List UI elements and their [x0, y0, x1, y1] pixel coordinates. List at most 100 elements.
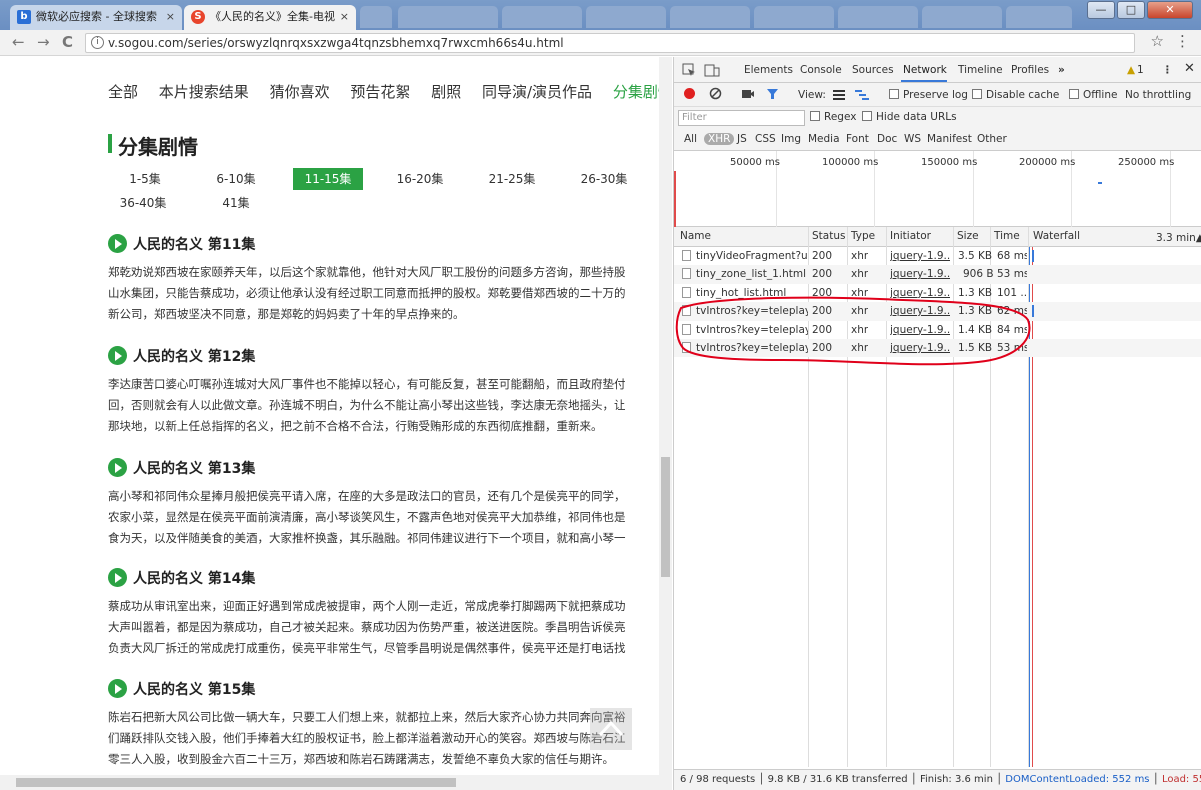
tab-network[interactable]: Network — [903, 64, 947, 76]
episode-range-41[interactable]: 41集 — [201, 192, 271, 214]
more-tabs-icon[interactable]: » — [1058, 64, 1065, 76]
large-rows-icon[interactable] — [833, 89, 845, 100]
play-icon[interactable] — [108, 679, 127, 698]
episode-title[interactable]: 人民的名义 第12集 — [108, 346, 255, 366]
capture-screenshots-icon[interactable] — [741, 88, 755, 100]
clear-icon[interactable] — [709, 87, 722, 100]
episode-title[interactable]: 人民的名义 第13集 — [108, 458, 255, 478]
type-xhr[interactable]: XHR — [704, 133, 735, 145]
column-waterfall[interactable]: Waterfall — [1033, 230, 1080, 242]
episode-range-6-10[interactable]: 6-10集 — [201, 168, 271, 190]
column-time[interactable]: Time — [994, 230, 1020, 242]
inspect-element-icon[interactable] — [682, 63, 696, 77]
episode-title[interactable]: 人民的名义 第11集 — [108, 234, 255, 254]
throttling-select[interactable]: No throttling — [1125, 89, 1191, 101]
background-tab[interactable] — [754, 6, 834, 28]
row-initiator-link[interactable]: jquery-1.9.... — [890, 247, 950, 265]
reload-icon[interactable]: C — [62, 32, 73, 52]
episode-title[interactable]: 人民的名义 第15集 — [108, 679, 255, 699]
new-tab-button[interactable] — [360, 6, 392, 28]
record-icon[interactable] — [684, 88, 695, 99]
tab-console[interactable]: Console — [800, 64, 842, 76]
row-initiator-link[interactable]: jquery-1.9.... — [890, 265, 950, 283]
regex-checkbox[interactable]: Regex — [810, 111, 856, 123]
play-icon[interactable] — [108, 234, 127, 253]
table-row[interactable]: tiny_hot_list.html 200 xhr jquery-1.9...… — [674, 284, 1201, 302]
back-to-top-button[interactable] — [590, 708, 632, 750]
device-toolbar-icon[interactable] — [704, 63, 720, 77]
close-icon[interactable]: × — [340, 5, 349, 29]
nav-item-stills[interactable]: 剧照 — [431, 83, 461, 101]
preserve-log-checkbox[interactable]: Preserve log — [889, 89, 968, 101]
horizontal-scrollbar[interactable] — [0, 775, 659, 790]
close-devtools-icon[interactable]: ✕ — [1184, 61, 1195, 76]
filter-input[interactable]: Filter — [678, 110, 805, 126]
maximize-button[interactable]: □ — [1117, 1, 1145, 19]
devtools-menu-icon[interactable]: ⋮ — [1162, 64, 1173, 76]
bookmark-star-icon[interactable]: ☆ — [1151, 32, 1164, 50]
row-initiator-link[interactable]: jquery-1.9.... — [890, 321, 950, 339]
tab-profiles[interactable]: Profiles — [1011, 64, 1049, 76]
close-window-button[interactable]: ✕ — [1147, 1, 1193, 19]
nav-item-related-works[interactable]: 同导演/演员作品 — [482, 83, 592, 101]
background-tab[interactable] — [922, 6, 1002, 28]
background-tab[interactable] — [398, 6, 498, 28]
background-tab[interactable] — [1006, 6, 1072, 28]
filter-icon[interactable] — [766, 88, 779, 100]
forward-icon[interactable]: → — [37, 32, 50, 52]
overview-icon[interactable] — [855, 89, 869, 100]
episode-range-36-40[interactable]: 36-40集 — [108, 192, 178, 214]
tab-sogou[interactable]: S 《人民的名义》全集-电视 × — [184, 5, 356, 30]
type-font[interactable]: Font — [846, 133, 869, 145]
background-tab[interactable] — [502, 6, 582, 28]
type-doc[interactable]: Doc — [877, 133, 897, 145]
type-manifest[interactable]: Manifest — [927, 133, 972, 145]
minimize-button[interactable]: — — [1087, 1, 1115, 19]
table-row[interactable]: tiny_zone_list_1.html 200 xhr jquery-1.9… — [674, 265, 1201, 284]
column-initiator[interactable]: Initiator — [890, 230, 931, 242]
background-tab[interactable] — [670, 6, 750, 28]
background-tab[interactable] — [838, 6, 918, 28]
close-icon[interactable]: × — [166, 5, 175, 29]
type-all[interactable]: All — [684, 133, 697, 145]
nav-item-recommended[interactable]: 猜你喜欢 — [270, 83, 330, 101]
background-tab[interactable] — [586, 6, 666, 28]
type-ws[interactable]: WS — [904, 133, 921, 145]
episode-title[interactable]: 人民的名义 第14集 — [108, 568, 255, 588]
column-size[interactable]: Size — [957, 230, 979, 242]
nav-item-search-results[interactable]: 本片搜索结果 — [159, 83, 249, 101]
type-media[interactable]: Media — [808, 133, 840, 145]
vertical-scrollbar[interactable] — [659, 57, 672, 790]
episode-range-26-30[interactable]: 26-30集 — [569, 168, 639, 190]
tab-timeline[interactable]: Timeline — [958, 64, 1003, 76]
nav-item-all[interactable]: 全部 — [108, 83, 138, 101]
browser-menu-icon[interactable]: ⋮ — [1175, 32, 1190, 50]
play-icon[interactable] — [108, 458, 127, 477]
row-initiator-link[interactable]: jquery-1.9.... — [890, 302, 950, 320]
table-row[interactable]: tinyVideoFragment?u... 200 xhr jquery-1.… — [674, 247, 1201, 265]
column-type[interactable]: Type — [851, 230, 875, 242]
tab-bing[interactable]: b 微软必应搜索 - 全球搜索 × — [10, 5, 182, 30]
tab-sources[interactable]: Sources — [852, 64, 894, 76]
episode-range-11-15[interactable]: 11-15集 — [293, 168, 363, 190]
warning-count[interactable]: 1 — [1137, 64, 1144, 76]
offline-checkbox[interactable]: Offline — [1069, 89, 1117, 101]
row-initiator-link[interactable]: jquery-1.9.... — [890, 339, 950, 357]
info-icon[interactable]: i — [91, 36, 104, 49]
network-overview[interactable]: 50000 ms 100000 ms 150000 ms 200000 ms 2… — [674, 151, 1201, 227]
tab-elements[interactable]: Elements — [744, 64, 793, 76]
url-input[interactable]: i v.sogou.com/series/orswyzlqnrqxsxzwga4… — [85, 33, 1135, 53]
table-row[interactable]: tvIntros?key=teleplay... 200 xhr jquery-… — [674, 302, 1201, 321]
episode-range-21-25[interactable]: 21-25集 — [477, 168, 547, 190]
table-row[interactable]: tvIntros?key=teleplay... 200 xhr jquery-… — [674, 321, 1201, 339]
nav-item-trailers[interactable]: 预告花絮 — [350, 83, 410, 101]
column-name[interactable]: Name — [680, 230, 711, 242]
warning-icon[interactable]: ▲ — [1127, 64, 1135, 76]
type-css[interactable]: CSS — [755, 133, 776, 145]
type-other[interactable]: Other — [977, 133, 1007, 145]
scrollbar-thumb[interactable] — [16, 778, 456, 787]
episode-range-1-5[interactable]: 1-5集 — [110, 168, 180, 190]
table-row[interactable]: tvIntros?key=teleplay... 200 xhr jquery-… — [674, 339, 1201, 358]
hide-data-urls-checkbox[interactable]: Hide data URLs — [862, 111, 957, 123]
row-initiator-link[interactable]: jquery-1.9.... — [890, 284, 950, 302]
